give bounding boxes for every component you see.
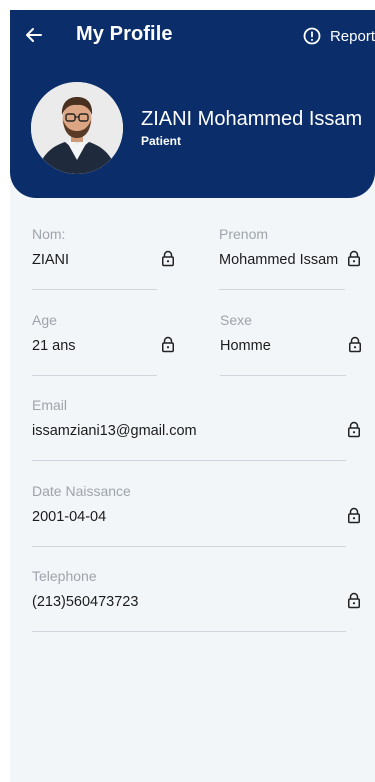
sexe-label: Sexe (220, 312, 252, 328)
nom-value: ZIANI (32, 252, 70, 268)
nom-field[interactable]: Nom: ZIANI (32, 226, 174, 290)
email-underline (32, 460, 346, 461)
nom-underline (32, 289, 157, 290)
avatar (31, 82, 123, 174)
date-naissance-value: 2001-04-04 (32, 509, 107, 525)
arrow-left-icon[interactable] (24, 25, 44, 45)
age-underline (32, 375, 157, 376)
report-button[interactable]: Report (303, 25, 375, 47)
email-label: Email (32, 397, 68, 413)
telephone-value: (213)560473723 (32, 594, 139, 610)
prenom-value: Mohammed Issam (219, 252, 339, 268)
sexe-value: Homme (220, 338, 271, 354)
report-label: Report (329, 27, 375, 45)
email-field[interactable]: Email issamziani13@gmail.com (32, 397, 360, 461)
lock-icon (348, 507, 360, 524)
date-naissance-label: Date Naissance (32, 483, 131, 499)
telephone-underline (32, 631, 346, 632)
lock-icon (348, 592, 360, 609)
profile-photo (31, 82, 123, 174)
sexe-underline (220, 375, 346, 376)
lock-icon (348, 421, 360, 438)
date-naissance-underline (32, 546, 346, 547)
age-field[interactable]: Age 21 ans (32, 312, 174, 376)
profile-name: ZIANI Mohammed Issam (141, 108, 363, 130)
lock-icon (349, 336, 361, 353)
age-value: 21 ans (32, 338, 76, 354)
lock-icon (162, 336, 174, 353)
profile-role: Patient (141, 134, 182, 148)
telephone-field[interactable]: Telephone (213)560473723 (32, 568, 360, 632)
sexe-field[interactable]: Sexe Homme (220, 312, 361, 376)
nom-label: Nom: (32, 226, 66, 242)
telephone-label: Telephone (32, 568, 97, 584)
prenom-underline (219, 289, 345, 290)
profile-screen: My Profile Report ZIANI Mohammed Issam P… (10, 10, 375, 782)
prenom-field[interactable]: Prenom Mohammed Issam (219, 226, 360, 290)
prenom-label: Prenom (219, 226, 269, 242)
email-value: issamziani13@gmail.com (32, 423, 197, 439)
age-label: Age (32, 312, 57, 328)
profile-header: My Profile Report ZIANI Mohammed Issam P… (10, 10, 375, 198)
exclamation-circle-icon (303, 27, 321, 45)
lock-icon (162, 250, 174, 267)
date-naissance-field[interactable]: Date Naissance 2001-04-04 (32, 483, 360, 547)
lock-icon (348, 250, 360, 267)
page-title: My Profile (76, 23, 173, 45)
